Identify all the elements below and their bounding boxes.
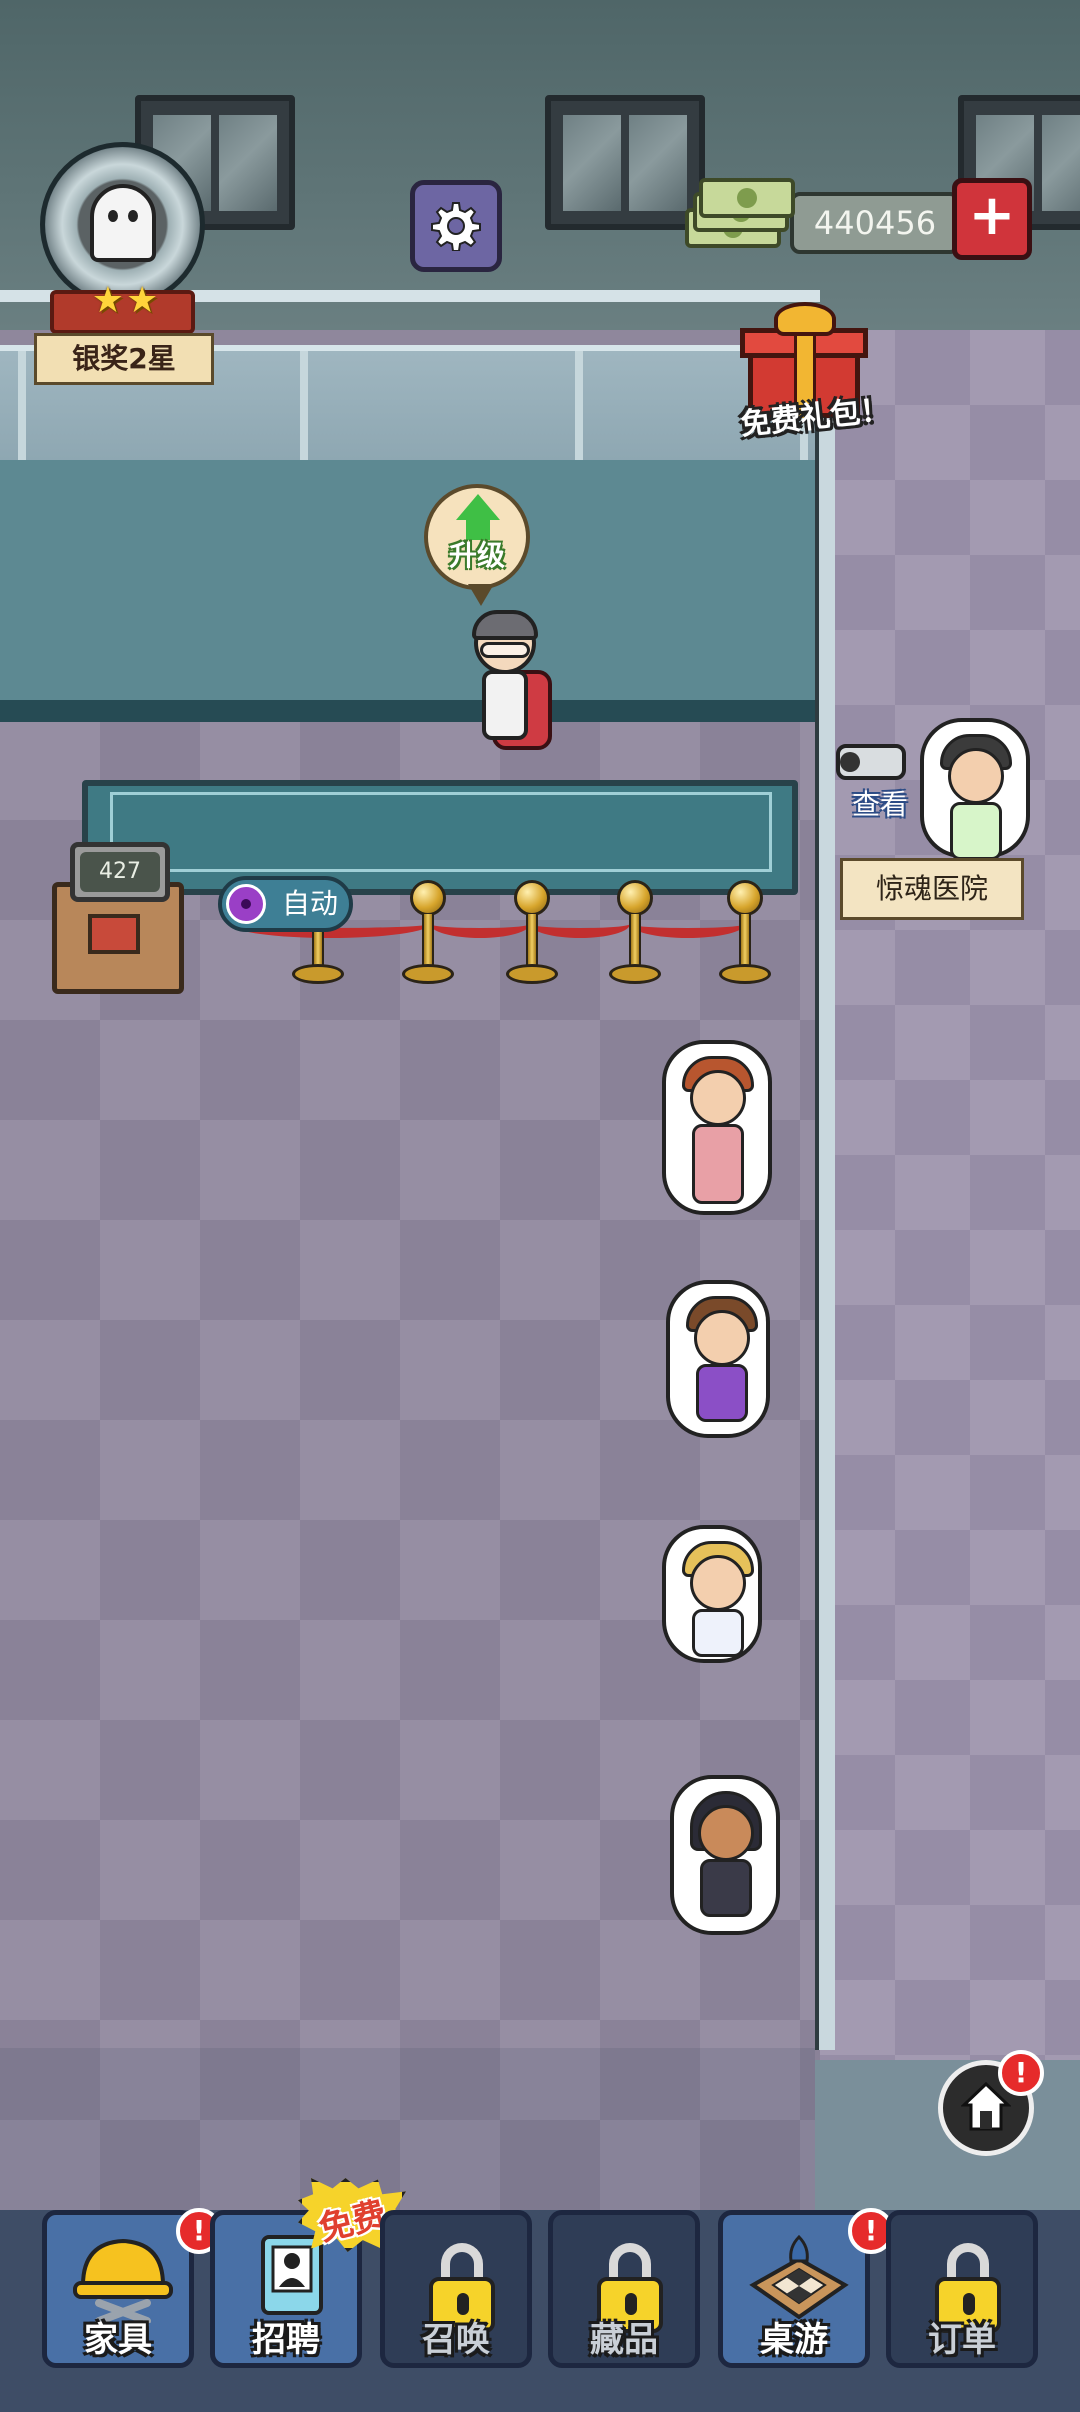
customer-hooded-figure[interactable] xyxy=(670,1775,780,1935)
currency-amount: 440456 xyxy=(790,192,960,254)
floor-shade xyxy=(0,2048,815,2210)
customer-angry-man[interactable] xyxy=(662,1525,762,1663)
stanchion-post xyxy=(609,880,661,990)
nav-boardgame-label: 桌游 xyxy=(760,2320,828,2360)
ticket-machine[interactable]: 427 xyxy=(48,842,188,997)
cash-stack-icon xyxy=(685,178,795,254)
rank-label: 银奖2星 xyxy=(34,333,214,385)
stanchion-post xyxy=(402,880,454,990)
nav-recruit-label: 招聘 xyxy=(252,2320,320,2360)
customer-devil-girl[interactable] xyxy=(666,1280,770,1438)
furniture-hardhat-icon xyxy=(73,2238,173,2323)
gift-icon xyxy=(774,302,836,336)
upgrade-button[interactable]: 升级 xyxy=(424,484,530,606)
settings-button[interactable] xyxy=(410,180,502,272)
toggle-knob-icon xyxy=(226,884,266,924)
nav-furniture-label: 家具 xyxy=(84,2320,152,2360)
ghost-icon xyxy=(90,184,156,262)
reception-wall xyxy=(0,460,815,710)
nav-collection-button[interactable]: 藏品 xyxy=(548,2210,700,2368)
upgrade-label: 升级 xyxy=(448,539,505,572)
nav-summon-label: 召唤 xyxy=(422,2320,490,2360)
nav-order-label: 订单 xyxy=(928,2320,996,2360)
nav-order-button[interactable]: 订单 xyxy=(886,2210,1038,2368)
ticket-counter-display: 427 xyxy=(80,852,160,892)
view-label[interactable]: 查看 xyxy=(845,783,915,823)
hospital-name-sign[interactable]: 惊魂医院 xyxy=(840,858,1024,920)
add-currency-button[interactable]: + xyxy=(952,178,1032,260)
up-arrow-icon xyxy=(456,494,500,520)
stanchion-post xyxy=(719,880,771,990)
nav-summon-button[interactable]: 召唤 xyxy=(380,2210,532,2368)
customer-fox-girl[interactable] xyxy=(662,1040,772,1215)
gear-icon xyxy=(431,202,481,251)
rank-stars: ★★ xyxy=(91,280,161,321)
reception-wall-base xyxy=(0,700,815,722)
neighbor-surgeon[interactable] xyxy=(920,718,1030,860)
home-alert-badge: ! xyxy=(998,2050,1044,2096)
receptionist-doctor[interactable] xyxy=(462,610,562,757)
nav-collection-label: 藏品 xyxy=(590,2320,658,2360)
board-game-icon xyxy=(749,2234,849,2320)
stanchion-post xyxy=(506,880,558,990)
divider-wall xyxy=(815,330,835,2050)
auto-toggle[interactable]: 自动 xyxy=(218,876,353,932)
auto-toggle-label: 自动 xyxy=(282,887,339,920)
wall-window xyxy=(545,95,705,230)
neighbor-corridor-floor xyxy=(820,330,1080,2210)
nav-furniture-button[interactable]: 家具 xyxy=(42,2210,194,2368)
counter-top xyxy=(110,792,772,872)
